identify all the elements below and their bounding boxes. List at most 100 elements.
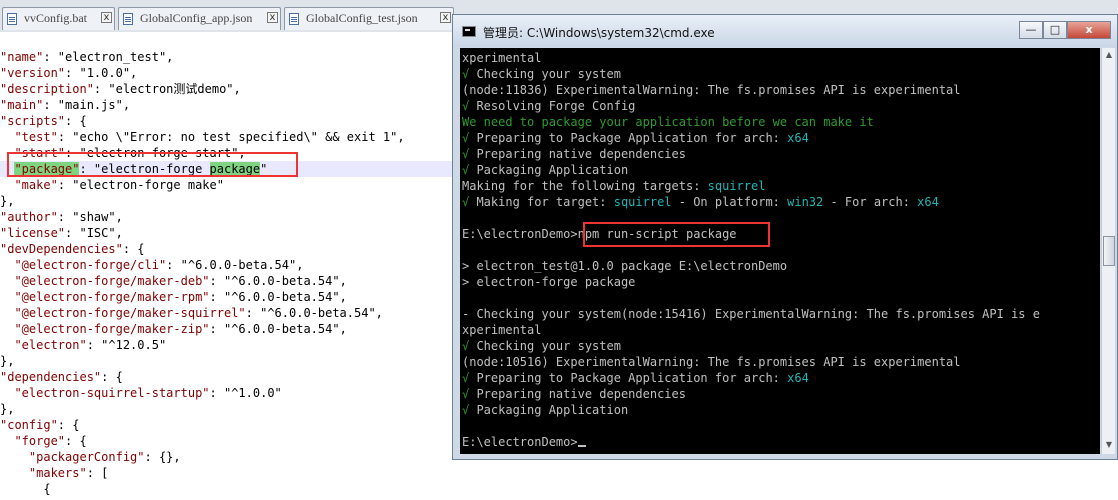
maximize-button[interactable]: □	[1043, 21, 1067, 39]
json-key: "electron-squirrel-startup"	[14, 386, 210, 400]
json-value: : [	[86, 466, 109, 480]
json-key: "forge"	[14, 434, 66, 448]
console-text: Checking your system	[469, 67, 621, 81]
code-line: "@electron-forge/maker-squirrel": "^6.0.…	[0, 305, 382, 321]
console-output[interactable]: xperimental √ Checking your system (node…	[460, 48, 1100, 454]
json-key: "@electron-forge/cli"	[14, 258, 167, 272]
console-scrollbar[interactable]: ▲ ▼	[1101, 48, 1115, 454]
cmd-window[interactable]: 管理员: C:\Windows\system32\cmd.exe — □ x x…	[452, 14, 1118, 460]
console-highlight: squirrel	[613, 195, 672, 209]
json-value: : {	[65, 114, 87, 128]
tab-label: vvConfig.bat	[24, 11, 87, 25]
tab-globalconfig-app[interactable]: GlobalConfig_app.json x	[118, 7, 281, 30]
json-key: "description"	[0, 82, 94, 96]
console-text: Preparing to Package Application for arc…	[469, 371, 788, 385]
code-line: "description": "electron测试demo",	[0, 81, 241, 97]
console-text: Making for the following targets:	[462, 179, 708, 193]
console-highlight: x64	[787, 371, 809, 385]
console-highlight: x64	[917, 195, 939, 209]
scroll-down-icon[interactable]: ▼	[1103, 438, 1115, 452]
json-brace: },	[0, 402, 15, 416]
console-line: We need to package your application befo…	[462, 115, 874, 129]
json-key: "license"	[0, 226, 66, 240]
file-icon	[123, 13, 133, 25]
json-key: "@electron-forge/maker-zip"	[14, 322, 210, 336]
code-line: "scripts": {	[0, 113, 87, 129]
cmd-window-title: 管理员: C:\Windows\system32\cmd.exe	[483, 26, 715, 40]
json-value: : "electron_test",	[43, 50, 174, 64]
console-highlight: win32	[787, 195, 824, 209]
code-line: "@electron-forge/maker-deb": "^6.0.0-bet…	[0, 273, 346, 289]
text-cursor	[577, 445, 586, 447]
console-line: > electron_test@1.0.0 package E:\electro…	[462, 259, 788, 273]
json-key: "name"	[0, 50, 44, 64]
close-button[interactable]: x	[1067, 21, 1111, 39]
tab-close-icon[interactable]: x	[267, 12, 278, 23]
tab-label: GlobalConfig_app.json	[140, 11, 253, 25]
code-line: "name": "electron_test",	[0, 49, 173, 65]
json-key: "electron"	[14, 338, 87, 352]
minimize-button[interactable]: —	[1019, 21, 1043, 39]
json-value: : "electron测试demo",	[93, 82, 241, 96]
json-key: "version"	[0, 66, 66, 80]
code-line: "dependencies": {	[0, 369, 123, 385]
console-line: √ Preparing native dependencies	[462, 386, 686, 402]
code-line: "electron": "^12.0.5"	[0, 337, 166, 353]
json-value: : {	[57, 418, 80, 432]
code-line: "@electron-forge/maker-zip": "^6.0.0-bet…	[0, 321, 346, 337]
console-line: √ Checking your system	[462, 338, 621, 354]
json-key: "config"	[0, 418, 58, 432]
cmd-title-bar[interactable]: 管理员: C:\Windows\system32\cmd.exe — □ x	[453, 15, 1117, 47]
console-line: √ Packaging Application	[462, 162, 628, 178]
json-value: : "electron-forge make"	[57, 178, 224, 192]
console-text: Packaging Application	[469, 403, 629, 417]
console-text: Preparing native dependencies	[469, 147, 686, 161]
annotation-box-package-script	[7, 152, 298, 177]
file-icon	[7, 13, 17, 25]
code-line: "forge": {	[0, 433, 86, 449]
tab-vvconfig[interactable]: vvConfig.bat x	[2, 7, 115, 30]
json-key: "@electron-forge/maker-deb"	[14, 274, 210, 288]
tab-close-icon[interactable]: x	[440, 12, 451, 23]
tab-label: GlobalConfig_test.json	[306, 11, 418, 25]
console-line: √ Resolving Forge Config	[462, 98, 635, 114]
console-prompt: E:\electronDemo>	[462, 435, 578, 449]
code-line: "@electron-forge/cli": "^6.0.0-beta.54",	[0, 257, 303, 273]
code-line: "electron-squirrel-startup": "^1.0.0"	[0, 385, 281, 401]
json-key: "makers"	[28, 466, 87, 480]
annotation-box-npm-command	[583, 222, 770, 247]
json-key: "scripts"	[0, 114, 66, 128]
console-line: xperimental	[462, 51, 542, 65]
code-line: "license": "ISC",	[0, 225, 123, 241]
json-key: "@electron-forge/maker-rpm"	[14, 290, 210, 304]
console-prompt-line[interactable]: E:\electronDemo>	[462, 434, 586, 450]
json-value: : "^6.0.0-beta.54",	[166, 258, 304, 272]
console-highlight: x64	[787, 131, 809, 145]
console-text: - On platform:	[671, 195, 788, 209]
console-text: Checking your system	[469, 339, 621, 353]
tab-close-icon[interactable]: x	[101, 12, 112, 23]
tab-globalconfig-test[interactable]: GlobalConfig_test.json x	[284, 7, 454, 30]
console-line: √ Preparing to Package Application for a…	[462, 130, 809, 146]
scroll-up-icon[interactable]: ▲	[1103, 48, 1115, 62]
console-line: √ Preparing to Package Application for a…	[462, 370, 809, 386]
cmd-app-icon	[462, 26, 476, 37]
code-line: },	[0, 401, 14, 417]
code-line: },	[0, 193, 14, 209]
code-line: "version": "1.0.0",	[0, 65, 137, 81]
json-brace: },	[0, 194, 15, 208]
json-value: : "ISC",	[65, 226, 123, 240]
scrollbar-thumb[interactable]	[1103, 236, 1115, 266]
json-value: : {	[122, 242, 145, 256]
code-line: "makers": [	[0, 465, 108, 481]
code-line: {	[0, 481, 50, 497]
code-editor[interactable]: "name": "electron_test", "version": "1.0…	[0, 32, 1118, 500]
